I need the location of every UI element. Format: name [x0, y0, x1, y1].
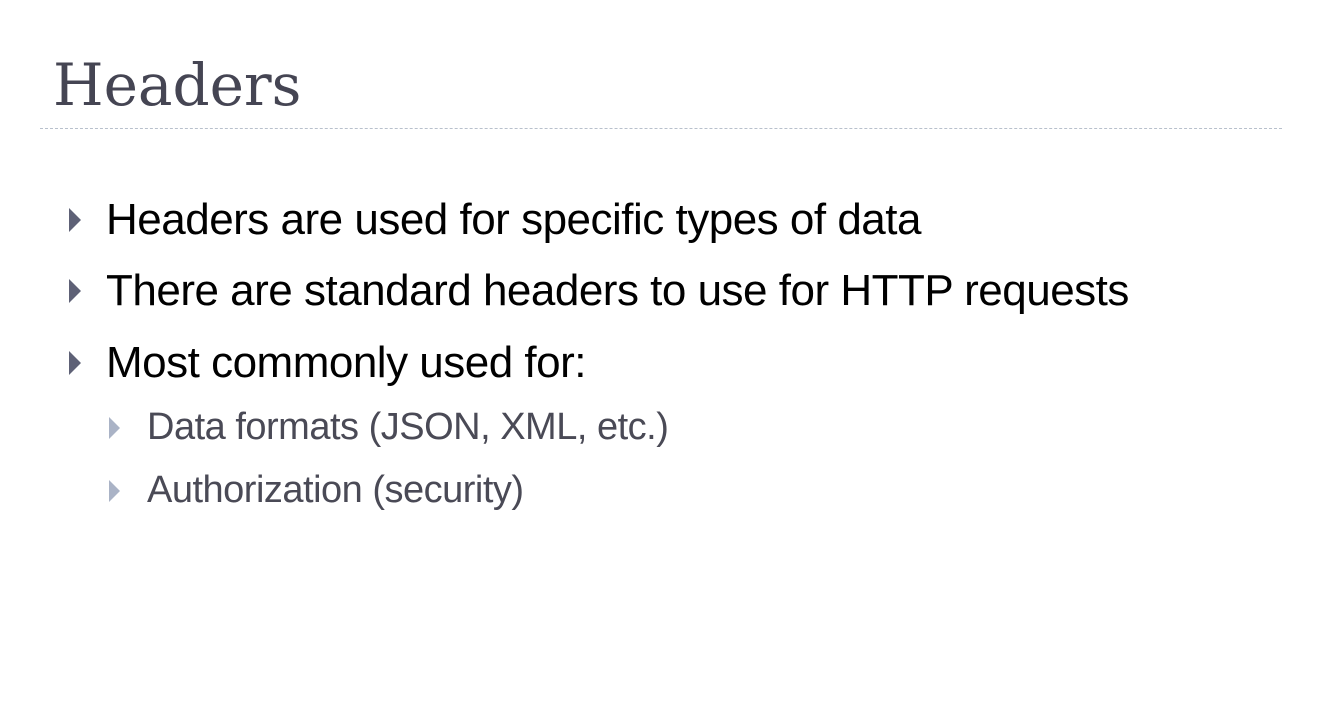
triangle-right-icon: [69, 351, 81, 375]
sub-bullet-text: Authorization (security): [147, 469, 524, 511]
bullet-text: Headers are used for specific types of d…: [106, 195, 921, 244]
slide-title: Headers: [53, 51, 302, 119]
bullet-text: There are standard headers to use for HT…: [106, 266, 1129, 315]
triangle-right-icon: [109, 480, 120, 502]
triangle-right-icon: [69, 208, 81, 232]
sub-bullet-text: Data formats (JSON, XML, etc.): [147, 406, 669, 448]
triangle-right-icon: [109, 417, 120, 439]
slide: Headers Headers are used for specific ty…: [0, 0, 1318, 706]
title-divider: [40, 128, 1282, 129]
bullet-text: Most commonly used for:: [106, 338, 587, 387]
triangle-right-icon: [69, 279, 81, 303]
